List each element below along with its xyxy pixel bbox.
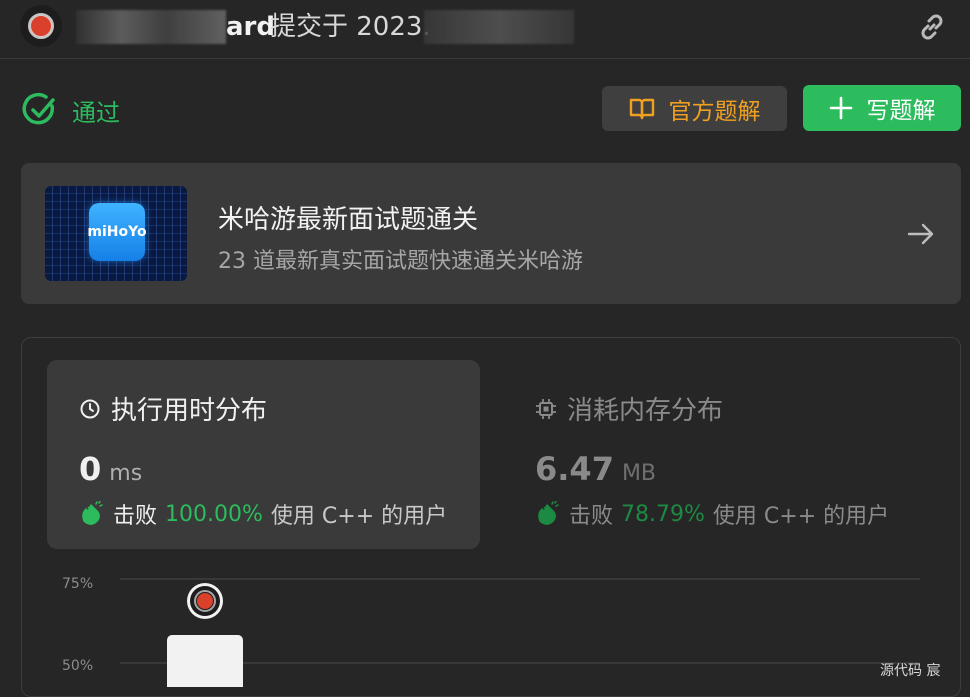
submission-header: ard 提交于 2023. <box>0 0 970 59</box>
runtime-percent: 100.00% <box>165 501 263 527</box>
memory-beat-label: 击败 <box>569 504 614 529</box>
arrow-right-icon <box>907 223 934 245</box>
memory-users-text: 使用 C++ 的用户 <box>712 504 890 529</box>
link-icon[interactable] <box>916 11 948 43</box>
clap-icon <box>538 501 559 525</box>
memory-percent: 78.79% <box>621 501 705 527</box>
official-solution-label: 官方题解 <box>668 98 761 125</box>
runtime-unit: ms <box>109 461 143 486</box>
memory-value: 6.47 MB <box>535 450 657 488</box>
runtime-beat-row: 击败 100.00% 使用 C++ 的用户 <box>79 498 447 530</box>
write-solution-button[interactable]: 写题解 <box>803 85 961 131</box>
runtime-beat-label: 击败 <box>113 504 158 529</box>
redacted-username <box>76 10 226 44</box>
clap-icon <box>82 501 103 525</box>
user-avatar[interactable] <box>20 5 62 47</box>
redacted-timestamp <box>424 10 574 44</box>
status-label: 通过 <box>72 98 120 127</box>
runtime-title: 执行用时分布 <box>111 396 268 426</box>
promo-title: 米哈游最新面试题通关 <box>218 205 479 235</box>
promo-subtitle: 23 道最新真实面试题快速通关米哈游 <box>218 249 583 274</box>
memory-beat-row: 击败 78.79% 使用 C++ 的用户 <box>535 498 889 530</box>
check-circle-icon <box>22 92 55 125</box>
submitted-timestamp: 提交于 2023. <box>270 12 431 42</box>
write-solution-label: 写题解 <box>866 98 936 124</box>
runtime-users-text: 使用 C++ 的用户 <box>270 504 448 529</box>
memory-title-row: 消耗内存分布 <box>535 390 723 427</box>
memory-card[interactable]: 消耗内存分布 6.47 MB 击败 78.79% 使用 C++ 的用户 <box>535 390 935 550</box>
chip-icon <box>536 398 556 419</box>
source-code-label[interactable]: 源代码 宸 <box>880 660 940 680</box>
runtime-value: 0 ms <box>79 450 143 488</box>
clock-icon <box>80 399 100 418</box>
runtime-title-row: 执行用时分布 <box>79 390 267 427</box>
memory-title: 消耗内存分布 <box>567 396 724 426</box>
username-suffix[interactable]: ard <box>226 10 275 44</box>
plus-icon <box>829 96 852 120</box>
book-icon <box>629 98 654 119</box>
stats-panel: 执行用时分布 0 ms 击败 100.00% 使用 C++ 的用户 消耗内存分布 … <box>21 337 961 697</box>
mihoyo-logo: miHoYo <box>87 203 147 261</box>
promo-banner[interactable]: miHoYo 米哈游最新面试题通关 23 道最新真实面试题快速通关米哈游 <box>21 163 961 304</box>
memory-unit: MB <box>621 461 657 486</box>
promo-thumbnail: miHoYo <box>45 186 187 281</box>
accepted-status: 通过 <box>22 88 120 132</box>
runtime-card[interactable]: 执行用时分布 0 ms 击败 100.00% 使用 C++ 的用户 <box>47 360 480 549</box>
official-solution-button[interactable]: 官方题解 <box>602 86 787 131</box>
